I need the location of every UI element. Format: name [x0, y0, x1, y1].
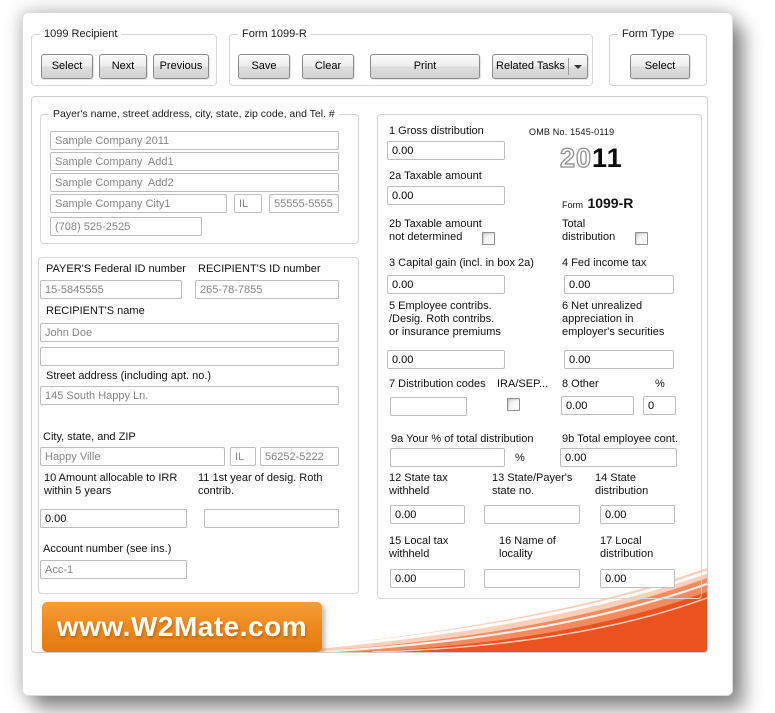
recipient-zip-input[interactable]	[260, 447, 339, 466]
box1-input[interactable]	[387, 141, 505, 160]
box4-label: 4 Fed income tax	[562, 257, 647, 269]
omb-number: OMB No. 1545-0119	[529, 127, 615, 137]
account-number-label: Account number (see ins.)	[43, 543, 172, 555]
payer-phone-input[interactable]	[50, 217, 202, 236]
box2b-checkbox[interactable]	[482, 232, 495, 245]
recipient-select-button[interactable]: Select	[41, 54, 93, 79]
w2mate-banner-text: www.W2Mate.com	[56, 611, 308, 642]
box8-input[interactable]	[561, 396, 634, 415]
payer-federal-id-label: PAYER'S Federal ID number	[46, 263, 186, 275]
box13-label: 13 State/Payer's state no.	[492, 472, 573, 497]
box10-input[interactable]	[40, 509, 187, 528]
form-1099r-canvas: Payer's name, street address, city, stat…	[31, 96, 708, 653]
street-address-label: Street address (including apt. no.)	[46, 370, 212, 382]
box12-input[interactable]	[390, 505, 465, 524]
recipient-name2-input[interactable]	[40, 347, 339, 366]
box3-input[interactable]	[387, 275, 505, 294]
box11-input[interactable]	[204, 509, 339, 528]
box8-label: 8 Other	[562, 378, 599, 390]
box17-input[interactable]	[600, 569, 675, 588]
recipient-name-label: RECIPIENT'S name	[46, 305, 145, 317]
recipient-next-button[interactable]: Next	[99, 54, 147, 79]
box13-input[interactable]	[484, 505, 580, 524]
form-type-toolbar-group: Form Type Select	[609, 28, 707, 86]
recipient-id-label: RECIPIENT'S ID number	[198, 263, 321, 275]
form-number: 1099-R	[587, 195, 634, 211]
box9a-label: 9a Your % of total distribution	[391, 433, 534, 445]
box15-label: 15 Local tax withheld	[389, 535, 449, 560]
account-number-input[interactable]	[40, 560, 187, 579]
box9a-percent-label: %	[515, 452, 525, 464]
form-type-group-title: Form Type	[618, 28, 679, 41]
w2mate-1099r-panel: 1099 Recipient Select Next Previous Form…	[22, 12, 733, 696]
save-button[interactable]: Save	[238, 54, 290, 79]
payer-state-input[interactable]	[234, 194, 262, 213]
street-address-input[interactable]	[40, 386, 339, 405]
related-tasks-label: Related Tasks	[496, 60, 565, 72]
box17-label: 17 Local distribution	[600, 535, 654, 560]
box16-input[interactable]	[484, 569, 580, 588]
payer-address1-input[interactable]	[50, 152, 339, 171]
box2a-label: 2a Taxable amount	[389, 170, 482, 182]
total-distribution-label: Total distribution	[562, 218, 616, 243]
related-tasks-button[interactable]: Related Tasks	[492, 54, 588, 79]
tax-year-outline: 20	[559, 142, 593, 173]
box7-label: 7 Distribution codes	[389, 378, 486, 390]
box10-label: 10 Amount allocable to IRR within 5 year…	[44, 472, 178, 497]
box8-percent-label: %	[655, 378, 665, 390]
box4-input[interactable]	[564, 275, 674, 294]
form-word: Form	[562, 200, 583, 210]
payer-zip-input[interactable]	[269, 194, 339, 213]
box14-label: 14 State distribution	[595, 472, 649, 497]
tax-year-badge: 2011	[559, 142, 623, 174]
form-group-title: Form 1099-R	[238, 28, 311, 41]
ira-sep-checkbox[interactable]	[507, 398, 520, 411]
box3-label: 3 Capital gain (incl. in box 2a)	[389, 257, 534, 269]
box6-input[interactable]	[564, 350, 674, 369]
payer-group-title: Payer's name, street address, city, stat…	[49, 108, 339, 121]
box5-label: 5 Employee contribs. /Desig. Roth contri…	[389, 300, 501, 338]
print-button[interactable]: Print	[370, 54, 480, 79]
box11-label: 11 1st year of desig. Roth contrib.	[198, 472, 323, 497]
recipient-previous-button[interactable]: Previous	[153, 54, 209, 79]
recipient-id-input[interactable]	[195, 280, 339, 299]
box9a-input[interactable]	[390, 448, 505, 467]
total-distribution-checkbox[interactable]	[635, 232, 648, 245]
box2a-input[interactable]	[387, 186, 505, 205]
form-type-select-button[interactable]: Select	[630, 54, 690, 79]
box9b-input[interactable]	[560, 448, 677, 467]
recipient-toolbar-group: 1099 Recipient Select Next Previous	[31, 28, 217, 86]
payer-city-input[interactable]	[50, 194, 227, 213]
box12-label: 12 State tax withheld	[389, 472, 448, 497]
w2mate-banner: www.W2Mate.com	[42, 602, 322, 652]
box5-input[interactable]	[387, 350, 505, 369]
box15-input[interactable]	[390, 569, 465, 588]
recipient-city-input[interactable]	[40, 447, 225, 466]
payer-address2-input[interactable]	[50, 173, 339, 192]
box14-input[interactable]	[600, 505, 675, 524]
ira-sep-label: IRA/SEP...	[497, 378, 549, 390]
box2b-label: 2b Taxable amount not determined	[389, 218, 482, 243]
payer-federal-id-input[interactable]	[40, 280, 182, 299]
form-number-title: Form 1099-R	[562, 195, 633, 213]
form-toolbar-group: Form 1099-R Save Clear Print Related Tas…	[229, 28, 593, 86]
payer-name-input[interactable]	[50, 131, 339, 150]
box16-label: 16 Name of locality	[499, 535, 556, 560]
box8-percent-input[interactable]	[643, 396, 676, 415]
clear-button[interactable]: Clear	[302, 54, 354, 79]
box7-input[interactable]	[390, 397, 467, 416]
recipient-name-input[interactable]	[40, 323, 339, 342]
city-state-zip-label: City, state, and ZIP	[43, 431, 136, 443]
box9b-label: 9b Total employee cont.	[562, 433, 678, 445]
tax-year-bold: 11	[592, 143, 623, 173]
related-tasks-dropdown[interactable]	[569, 55, 587, 78]
recipient-state-input[interactable]	[230, 447, 256, 466]
recipient-group-title: 1099 Recipient	[40, 28, 122, 41]
box1-label: 1 Gross distribution	[389, 125, 484, 137]
box6-label: 6 Net unrealized appreciation in employe…	[562, 300, 665, 338]
dropdown-arrow-icon	[574, 64, 582, 73]
